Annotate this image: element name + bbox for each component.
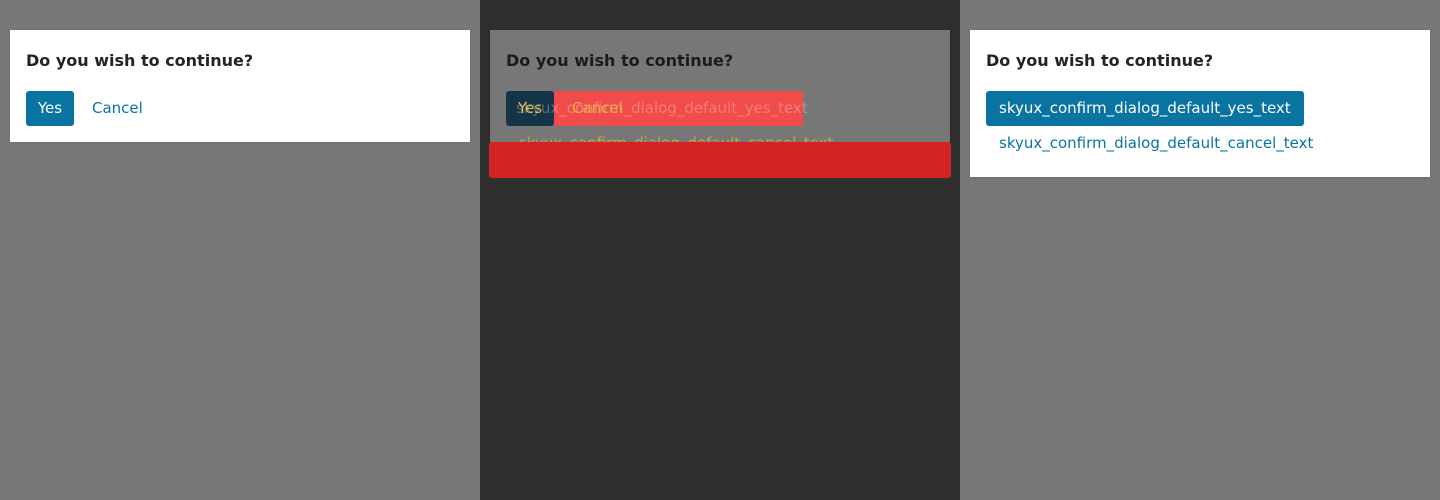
left-panel-backdrop: Do you wish to continue? Yes Cancel — [0, 0, 480, 500]
dialog-title: Do you wish to continue? — [986, 51, 1214, 70]
confirm-dialog-diff: Do you wish to continue? Yes skyux_confi… — [490, 30, 950, 142]
screen: Do you wish to continue? Yes Cancel Do y… — [0, 0, 1440, 500]
cancel-button[interactable]: Cancel — [572, 91, 623, 126]
cancel-button[interactable]: skyux_confirm_dialog_default_cancel_text — [999, 126, 1313, 161]
confirm-dialog-left: Do you wish to continue? Yes Cancel — [10, 30, 470, 142]
dialog-title: Do you wish to continue? — [506, 51, 734, 70]
yes-button[interactable]: skyux_confirm_dialog_default_yes_text — [986, 91, 1304, 126]
diff-ghost-cancel-text: skyux_confirm_dialog_default_cancel_text — [519, 134, 834, 152]
diff-highlight-bar: skyux_confirm_dialog_default_cancel_text — [489, 134, 951, 178]
cancel-button[interactable]: Cancel — [92, 91, 143, 126]
right-panel-backdrop: Do you wish to continue? skyux_confirm_d… — [960, 0, 1440, 500]
confirm-dialog-right: Do you wish to continue? skyux_confirm_d… — [970, 30, 1430, 177]
diff-ghost-yes-text: skyux_confirm_dialog_default_yes_text — [516, 99, 808, 117]
middle-panel-diff: Do you wish to continue? Yes skyux_confi… — [480, 0, 960, 500]
dialog-title: Do you wish to continue? — [26, 51, 254, 70]
yes-button[interactable]: Yes — [26, 91, 74, 126]
